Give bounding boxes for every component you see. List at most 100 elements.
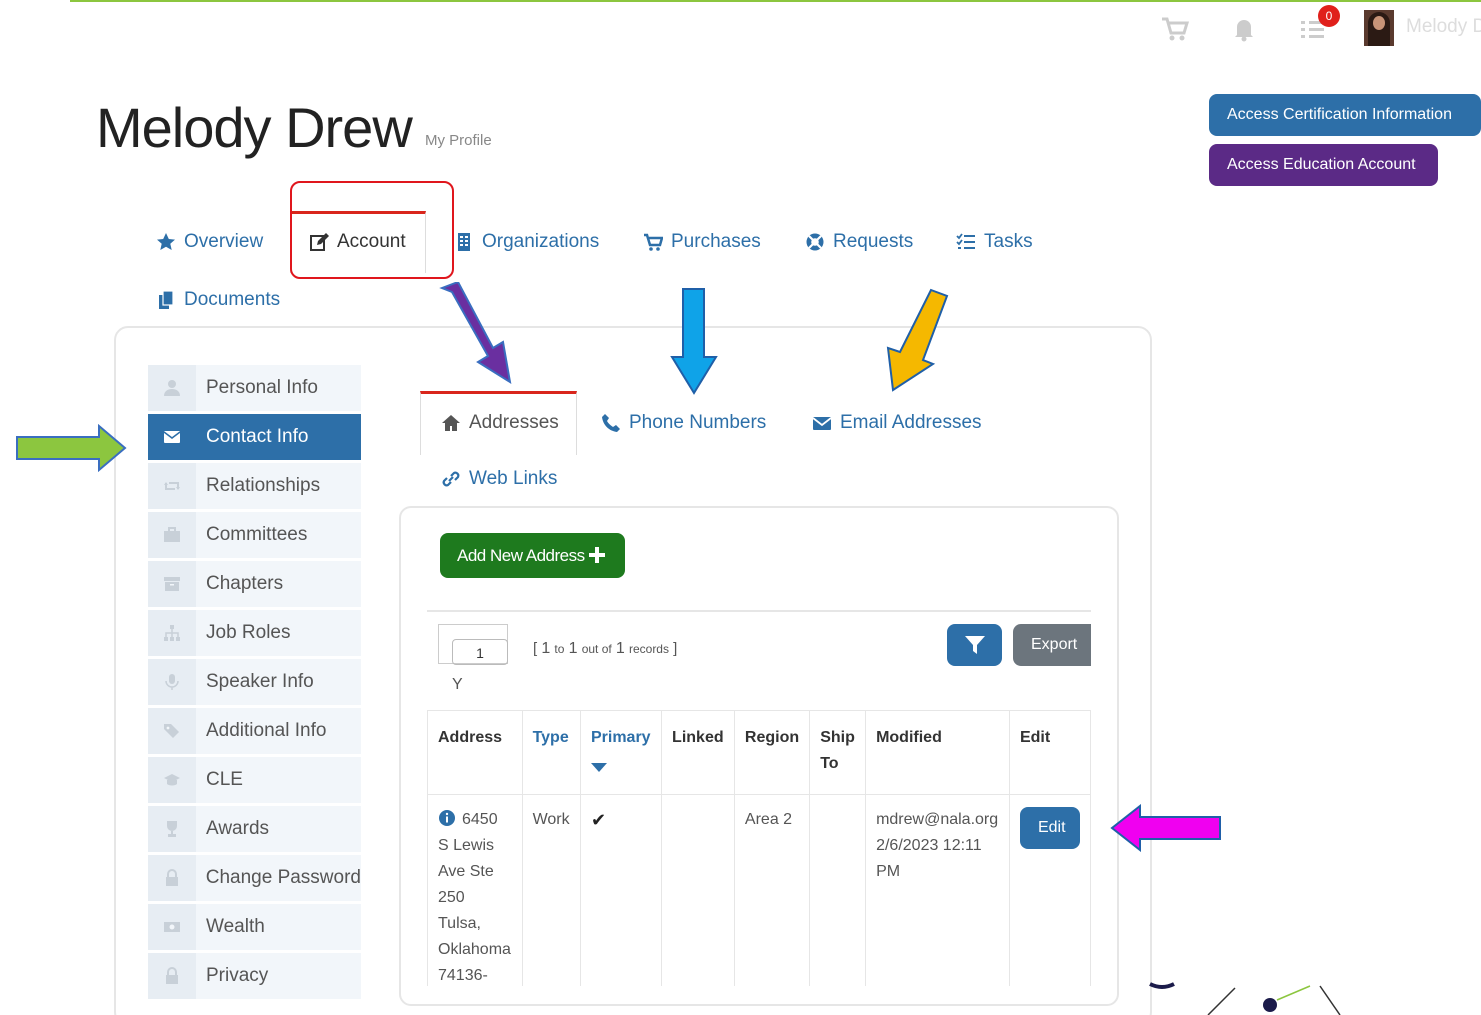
sidebar-item-wealth[interactable]: Wealth: [148, 904, 361, 950]
sort-descending-icon: [590, 763, 607, 772]
edit-address-button[interactable]: Edit: [1019, 807, 1080, 849]
tab-organizations[interactable]: Organizations: [454, 231, 599, 253]
avatar[interactable]: [1364, 10, 1394, 46]
column-header-modified[interactable]: Modified: [865, 710, 1010, 795]
cell-linked: [661, 794, 735, 986]
tab-requests[interactable]: Requests: [805, 231, 913, 253]
sidebar-item-relationships[interactable]: Relationships: [148, 463, 361, 509]
tab-tasks-label: Tasks: [984, 231, 1033, 252]
trophy-icon: [167, 821, 177, 837]
column-header-ship-to[interactable]: Ship To: [809, 710, 867, 795]
page-subtitle: My Profile: [425, 132, 492, 149]
account-tab-highlight: [290, 181, 454, 279]
tab-purchases-label: Purchases: [671, 231, 761, 252]
star-icon: [157, 233, 175, 250]
access-education-button[interactable]: Access Education Account: [1209, 144, 1438, 186]
records-count: [ 1 to 1 out of 1 records ]: [533, 640, 677, 658]
cell-primary: ✔: [579, 794, 663, 986]
subtab-web-links[interactable]: Web Links: [441, 468, 557, 490]
sidebar-item-awards[interactable]: Awards: [148, 806, 361, 852]
magenta-arrow: [1110, 804, 1221, 852]
records-open-bracket: [: [533, 640, 538, 657]
column-header-address[interactable]: Address: [427, 710, 523, 795]
records-to-word: to: [554, 642, 565, 656]
phone-icon: [602, 414, 620, 432]
access-certification-button[interactable]: Access Certification Information: [1209, 94, 1481, 136]
column-header-region[interactable]: Region: [733, 710, 811, 795]
microphone-icon: [165, 674, 179, 690]
cart-icon[interactable]: [1160, 14, 1190, 44]
column-header-primary[interactable]: Primary: [579, 710, 663, 795]
subtab-addresses[interactable]: Addresses: [441, 412, 559, 434]
sidebar-item-job-roles[interactable]: Job Roles: [148, 610, 361, 656]
tab-tasks[interactable]: Tasks: [956, 231, 1033, 253]
tab-purchases[interactable]: Purchases: [643, 231, 761, 253]
add-new-address-label: Add New Address: [457, 546, 585, 565]
column-header-type[interactable]: Type: [521, 710, 581, 795]
sidebar-item-privacy[interactable]: Privacy: [148, 953, 361, 999]
home-icon: [442, 415, 460, 431]
tab-overview-label: Overview: [184, 231, 264, 252]
cell-modified: mdrew@nala.org 2/6/2023 12:11 PM: [865, 794, 1010, 986]
records-total: 1: [615, 640, 625, 657]
sidebar-item-label: CLE: [206, 769, 243, 790]
filter-button[interactable]: [947, 624, 1002, 666]
address-text: 6450 S Lewis Ave Ste 250 Tulsa, Oklahoma…: [438, 811, 511, 984]
sidebar-item-label: Job Roles: [206, 622, 291, 643]
briefcase-icon: [164, 527, 180, 542]
cart-icon: [644, 233, 663, 251]
envelope-icon: [812, 417, 832, 430]
sidebar-item-additional-info[interactable]: Additional Info: [148, 708, 361, 754]
page-title: Melody Drew: [96, 96, 413, 159]
notification-badge: 0: [1318, 5, 1340, 27]
export-label: Export: [1031, 636, 1078, 653]
tab-overview[interactable]: Overview: [156, 231, 263, 253]
sidebar-item-label: Speaker Info: [206, 671, 314, 692]
export-button[interactable]: Export: [1013, 624, 1091, 666]
column-header-linked[interactable]: Linked: [661, 710, 735, 795]
add-new-address-button[interactable]: Add New Address: [440, 533, 625, 578]
retweet-icon: [164, 482, 180, 490]
addresses-grid: 1 Y [ 1 to 1 out of 1 records ] Export A…: [427, 610, 1091, 986]
envelope-icon: [163, 431, 181, 443]
sidebar-item-label: Change Password: [205, 867, 361, 888]
documents-icon: [159, 290, 174, 309]
user-name[interactable]: Melody D: [1406, 16, 1481, 38]
page-number-input[interactable]: 1: [452, 639, 508, 665]
column-header-primary-label: Primary: [590, 729, 651, 746]
sidebar-item-label: Privacy: [206, 965, 269, 986]
tab-documents-label: Documents: [184, 289, 281, 310]
records-word: records: [628, 642, 669, 656]
sidebar-item-cle[interactable]: CLE: [148, 757, 361, 803]
lock-icon: [165, 869, 178, 886]
subtab-phone-numbers[interactable]: Phone Numbers: [601, 412, 766, 434]
plus-icon: [588, 547, 605, 563]
sidebar-item-chapters[interactable]: Chapters: [148, 561, 361, 607]
sidebar-item-speaker-info[interactable]: Speaker Info: [148, 659, 361, 705]
sidebar-item-label: Awards: [206, 818, 270, 839]
cell-type: Work: [521, 794, 581, 986]
subtab-web-links-label: Web Links: [469, 468, 558, 489]
sidebar-item-contact-info[interactable]: Contact Info: [148, 414, 361, 460]
top-accent-line: [70, 0, 1481, 2]
sidebar: Personal Info Contact Info Relationships…: [148, 365, 361, 1002]
tasklist-icon: [956, 233, 975, 249]
sidebar-item-personal-info[interactable]: Personal Info: [148, 365, 361, 411]
cell-ship-to: [809, 794, 867, 986]
sidebar-item-label: Additional Info: [206, 720, 327, 741]
sidebar-item-committees[interactable]: Committees: [148, 512, 361, 558]
sidebar-item-label: Contact Info: [206, 426, 309, 447]
sidebar-item-label: Wealth: [206, 916, 265, 937]
lock-icon: [166, 967, 178, 984]
sidebar-item-change-password[interactable]: Change Password: [148, 855, 361, 901]
info-icon[interactable]: [438, 809, 456, 827]
yellow-arrow: [886, 288, 949, 392]
subtab-email-addresses[interactable]: Email Addresses: [812, 412, 982, 434]
sidebar-item-label: Relationships: [206, 475, 321, 496]
table-row: 6450 S Lewis Ave Ste 250 Tulsa, Oklahoma…: [427, 794, 1091, 986]
bell-icon[interactable]: [1229, 14, 1259, 44]
cell-region: Area 2: [733, 794, 811, 986]
tab-documents[interactable]: Documents: [156, 289, 280, 311]
addresses-table: Address Type Primary Linked Region Ship …: [427, 710, 1091, 986]
archive-icon: [164, 577, 180, 591]
